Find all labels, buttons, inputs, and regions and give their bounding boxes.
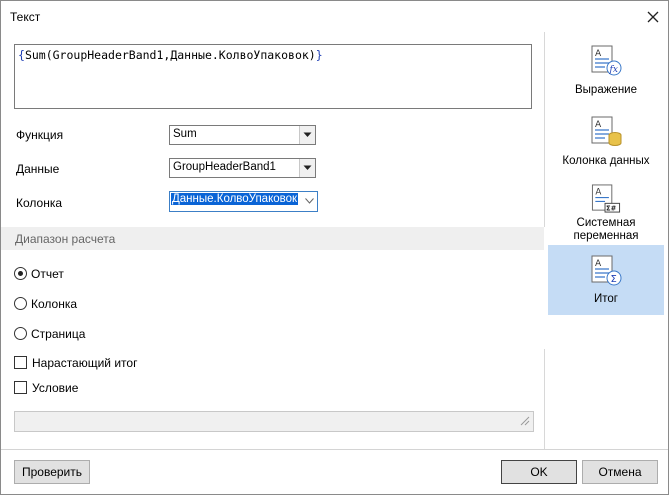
cancel-button[interactable]: Отмена [582, 460, 658, 484]
svg-text:Σ#: Σ# [606, 205, 617, 213]
condition-label[interactable]: Условие [32, 381, 78, 395]
sidebar-item-data-column-label: Колонка данных [562, 155, 650, 167]
radio-column-label[interactable]: Колонка [31, 297, 77, 311]
condition-checkbox[interactable] [14, 381, 27, 394]
range-section-header: Диапазон расчета [1, 227, 544, 250]
svg-text:A: A [595, 259, 602, 269]
function-combo[interactable]: Sum [169, 125, 316, 145]
running-total-checkbox[interactable] [14, 356, 27, 369]
close-button[interactable] [642, 7, 664, 27]
svg-text:Σ: Σ [611, 274, 617, 285]
sidebar-item-expression[interactable]: A fx Выражение [548, 41, 664, 101]
radio-page[interactable] [14, 327, 27, 340]
condition-expression-field[interactable] [14, 411, 534, 432]
function-label: Функция [16, 128, 64, 142]
data-value: GroupHeaderBand1 [173, 161, 276, 173]
expression-icon: A fx [591, 45, 622, 76]
function-value: Sum [173, 128, 197, 140]
sidebar-divider-top [544, 32, 545, 227]
expression-body: Sum(GroupHeaderBand1,Данные.КолвоУпаково… [24, 48, 316, 62]
radio-report[interactable] [14, 267, 27, 280]
data-column-icon: A [591, 116, 622, 146]
sidebar-item-total[interactable]: A Σ Итог [548, 245, 664, 315]
svg-text:A: A [595, 188, 601, 198]
ok-button[interactable]: OK [501, 460, 577, 484]
footer-separator [1, 449, 668, 450]
svg-text:fx: fx [609, 65, 618, 75]
column-dropdown-button[interactable] [302, 192, 317, 210]
close-icon [647, 11, 659, 23]
sidebar-item-system-variable-label: Системная переменная [573, 217, 639, 242]
chevron-down-icon [303, 132, 312, 137]
total-icon: A Σ [591, 255, 622, 286]
check-button[interactable]: Проверить [14, 460, 90, 484]
sidebar-item-expression-label: Выражение [575, 84, 637, 96]
running-total-label[interactable]: Нарастающий итог [32, 356, 137, 370]
sidebar-item-system-variable[interactable]: A Σ# Системная переменная [548, 179, 664, 243]
svg-text:A: A [595, 120, 602, 130]
chevron-down-icon [305, 198, 314, 204]
sidebar-item-total-label: Итог [594, 293, 618, 305]
expression-close-brace: } [315, 48, 323, 62]
expression-open-brace: { [18, 48, 25, 62]
data-combo[interactable]: GroupHeaderBand1 [169, 158, 316, 178]
radio-report-label[interactable]: Отчет [31, 267, 64, 281]
column-value: Данные.КолвоУпаковок [171, 193, 299, 205]
data-dropdown-button[interactable] [299, 159, 315, 177]
sidebar-divider-bottom [544, 349, 545, 449]
resize-grip-icon [520, 416, 530, 426]
chevron-down-icon [303, 165, 312, 170]
column-label: Колонка [16, 196, 63, 210]
function-dropdown-button[interactable] [299, 126, 315, 144]
svg-text:A: A [595, 49, 602, 59]
system-variable-icon: A Σ# [591, 184, 621, 213]
radio-column[interactable] [14, 297, 27, 310]
range-section-title: Диапазон расчета [15, 232, 116, 246]
expression-editor[interactable]: {Sum(GroupHeaderBand1,Данные.КолвоУпаков… [14, 44, 532, 109]
dialog-window: Текст {Sum(GroupHeaderBand1,Данные.Колво… [0, 0, 669, 495]
expression-text: {Sum(GroupHeaderBand1,Данные.КолвоУпаков… [18, 48, 323, 62]
data-label: Данные [16, 162, 60, 176]
sidebar-item-data-column[interactable]: A Колонка данных [548, 111, 664, 171]
window-title: Текст [10, 10, 41, 24]
title-bar: Текст [1, 1, 668, 32]
column-combo[interactable]: Данные.КолвоУпаковок [169, 191, 318, 212]
radio-page-label[interactable]: Страница [31, 327, 85, 341]
